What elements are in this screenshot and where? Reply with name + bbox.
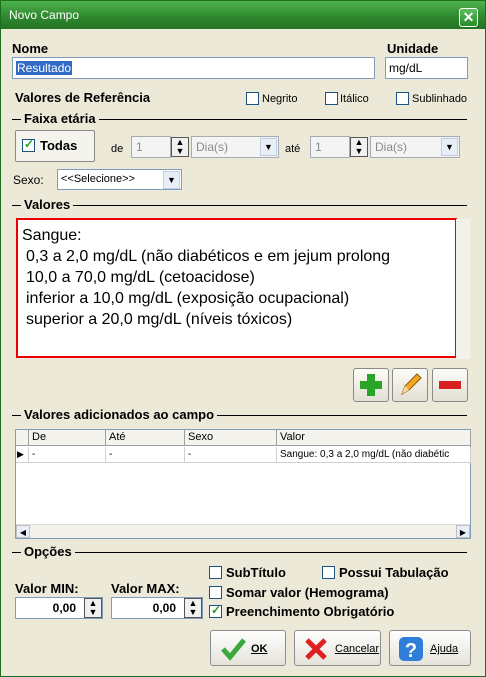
de-input[interactable]: 1 [131,136,171,158]
valores-line: Sangue: [22,227,82,244]
grid-cell[interactable]: - [106,447,185,463]
scroll-right-icon[interactable]: ▶ [456,525,470,538]
close-button[interactable]: ✕ [459,8,478,27]
help-label: Ajuda [430,643,459,655]
faixa-label: Faixa etária [21,111,99,126]
ate-label: até [285,143,301,155]
edit-button[interactable] [392,368,428,402]
todas-label: Todas [40,138,78,153]
help-icon: ? [399,637,423,662]
help-button[interactable]: ? Ajuda [389,630,471,666]
sublinhado-checkbox[interactable] [396,92,409,105]
ref-label: Valores de Referência [15,90,151,105]
subtitulo-checkbox[interactable] [209,566,222,579]
nome-value: Resultado [16,61,73,75]
unidade-label: Unidade [387,41,439,56]
ate-unit-select[interactable]: Dia(s) ▼ [370,136,460,158]
obrigatorio-checkbox[interactable] [209,603,222,618]
adicionados-label: Valores adicionados ao campo [21,407,218,422]
grid-header-de[interactable]: De [29,430,106,446]
remove-button[interactable] [432,368,468,402]
sexo-label: Sexo: [13,173,44,187]
grid-hscrollbar[interactable]: ◀ ▶ [16,524,470,538]
pencil-icon [401,373,422,396]
max-spinner[interactable]: ▲ ▼ [184,598,202,618]
obrigatorio-label: Preenchimento Obrigatório [226,604,395,619]
tabulacao-checkbox[interactable] [322,566,335,579]
sublinhado-label: Sublinhado [412,93,468,105]
de-spinner[interactable]: ▲ ▼ [171,137,189,157]
sexo-select[interactable]: <<Selecione>> ▼ [57,169,182,190]
valores-divider [12,205,467,206]
cancel-label: Cancelar [335,643,380,655]
nome-label: Nome [12,41,49,56]
min-spinner[interactable]: ▲ ▼ [84,598,102,618]
ate-input[interactable]: 1 [310,136,350,158]
grid-header-valor[interactable]: Valor [277,430,471,446]
italico-checkbox[interactable] [325,92,338,105]
chevron-down-icon: ▼ [163,171,180,189]
add-button[interactable] [353,368,389,402]
negrito-checkbox[interactable] [246,92,259,105]
unidade-input[interactable]: mg/dL [385,57,468,79]
grid-header-ate[interactable]: Até [106,430,185,446]
chevron-down-icon: ▼ [260,138,277,156]
cancel-button[interactable]: Cancelar [294,630,381,666]
dialog-window: Novo Campo ✕ Nome Resultado Unidade mg/d… [0,0,486,677]
valores-line: superior a 20,0 mg/dL (níveis tóxicos) [26,311,293,328]
values-grid[interactable]: De Até Sexo Valor ▶ - - - Sangue: 0,3 a … [15,429,471,539]
de-label: de [111,143,124,155]
valores-line: 10,0 a 70,0 mg/dL (cetoacidose) [26,269,255,286]
max-label: Valor MAX: [111,581,180,596]
grid-indicator-header [16,430,29,446]
opcoes-divider [12,552,467,553]
de-unit-value: Dia(s) [196,140,228,154]
ok-button[interactable]: OK [210,630,286,666]
valores-label: Valores [21,197,74,212]
grid-header-sexo[interactable]: Sexo [185,430,277,446]
sexo-value: <<Selecione>> [61,173,136,185]
plus-icon [360,374,382,396]
grid-cell[interactable]: - [29,447,106,463]
x-icon [305,638,327,660]
todas-box[interactable]: Todas [15,130,95,162]
nome-input[interactable]: Resultado [12,57,375,79]
window-title: Novo Campo [9,8,80,22]
todas-checkbox[interactable] [22,137,35,152]
valores-line: inferior a 10,0 mg/dL (exposição ocupaci… [26,290,350,307]
de-unit-select[interactable]: Dia(s) ▼ [191,136,279,158]
opcoes-label: Opções [21,544,75,559]
grid-cell[interactable]: Sangue: 0,3 a 2,0 mg/dL (não diabétic [277,447,471,463]
minus-icon [439,381,461,389]
ate-unit-value: Dia(s) [375,140,407,154]
ok-label: OK [251,643,268,655]
valores-textarea[interactable]: Sangue: 0,3 a 2,0 mg/dL (não diabéticos … [16,218,457,358]
somar-checkbox[interactable] [209,586,222,599]
valores-scrollbar[interactable] [456,219,470,359]
somar-label: Somar valor (Hemograma) [226,585,389,600]
row-pointer-icon: ▶ [16,447,29,463]
ate-spinner[interactable]: ▲ ▼ [350,137,368,157]
chevron-down-icon: ▼ [441,138,458,156]
subtitulo-label: SubTítulo [226,565,286,580]
svg-text:?: ? [405,640,417,662]
check-icon [221,638,246,661]
title-bar: Novo Campo ✕ [1,1,485,29]
valores-line: 0,3 a 2,0 mg/dL (não diabéticos e em jej… [26,248,391,265]
italico-label: Itálico [340,93,369,105]
negrito-label: Negrito [262,93,298,105]
grid-cell[interactable]: - [185,447,277,463]
tabulacao-label: Possui Tabulação [339,565,449,580]
min-label: Valor MIN: [15,581,79,596]
scroll-left-icon[interactable]: ◀ [16,525,30,538]
